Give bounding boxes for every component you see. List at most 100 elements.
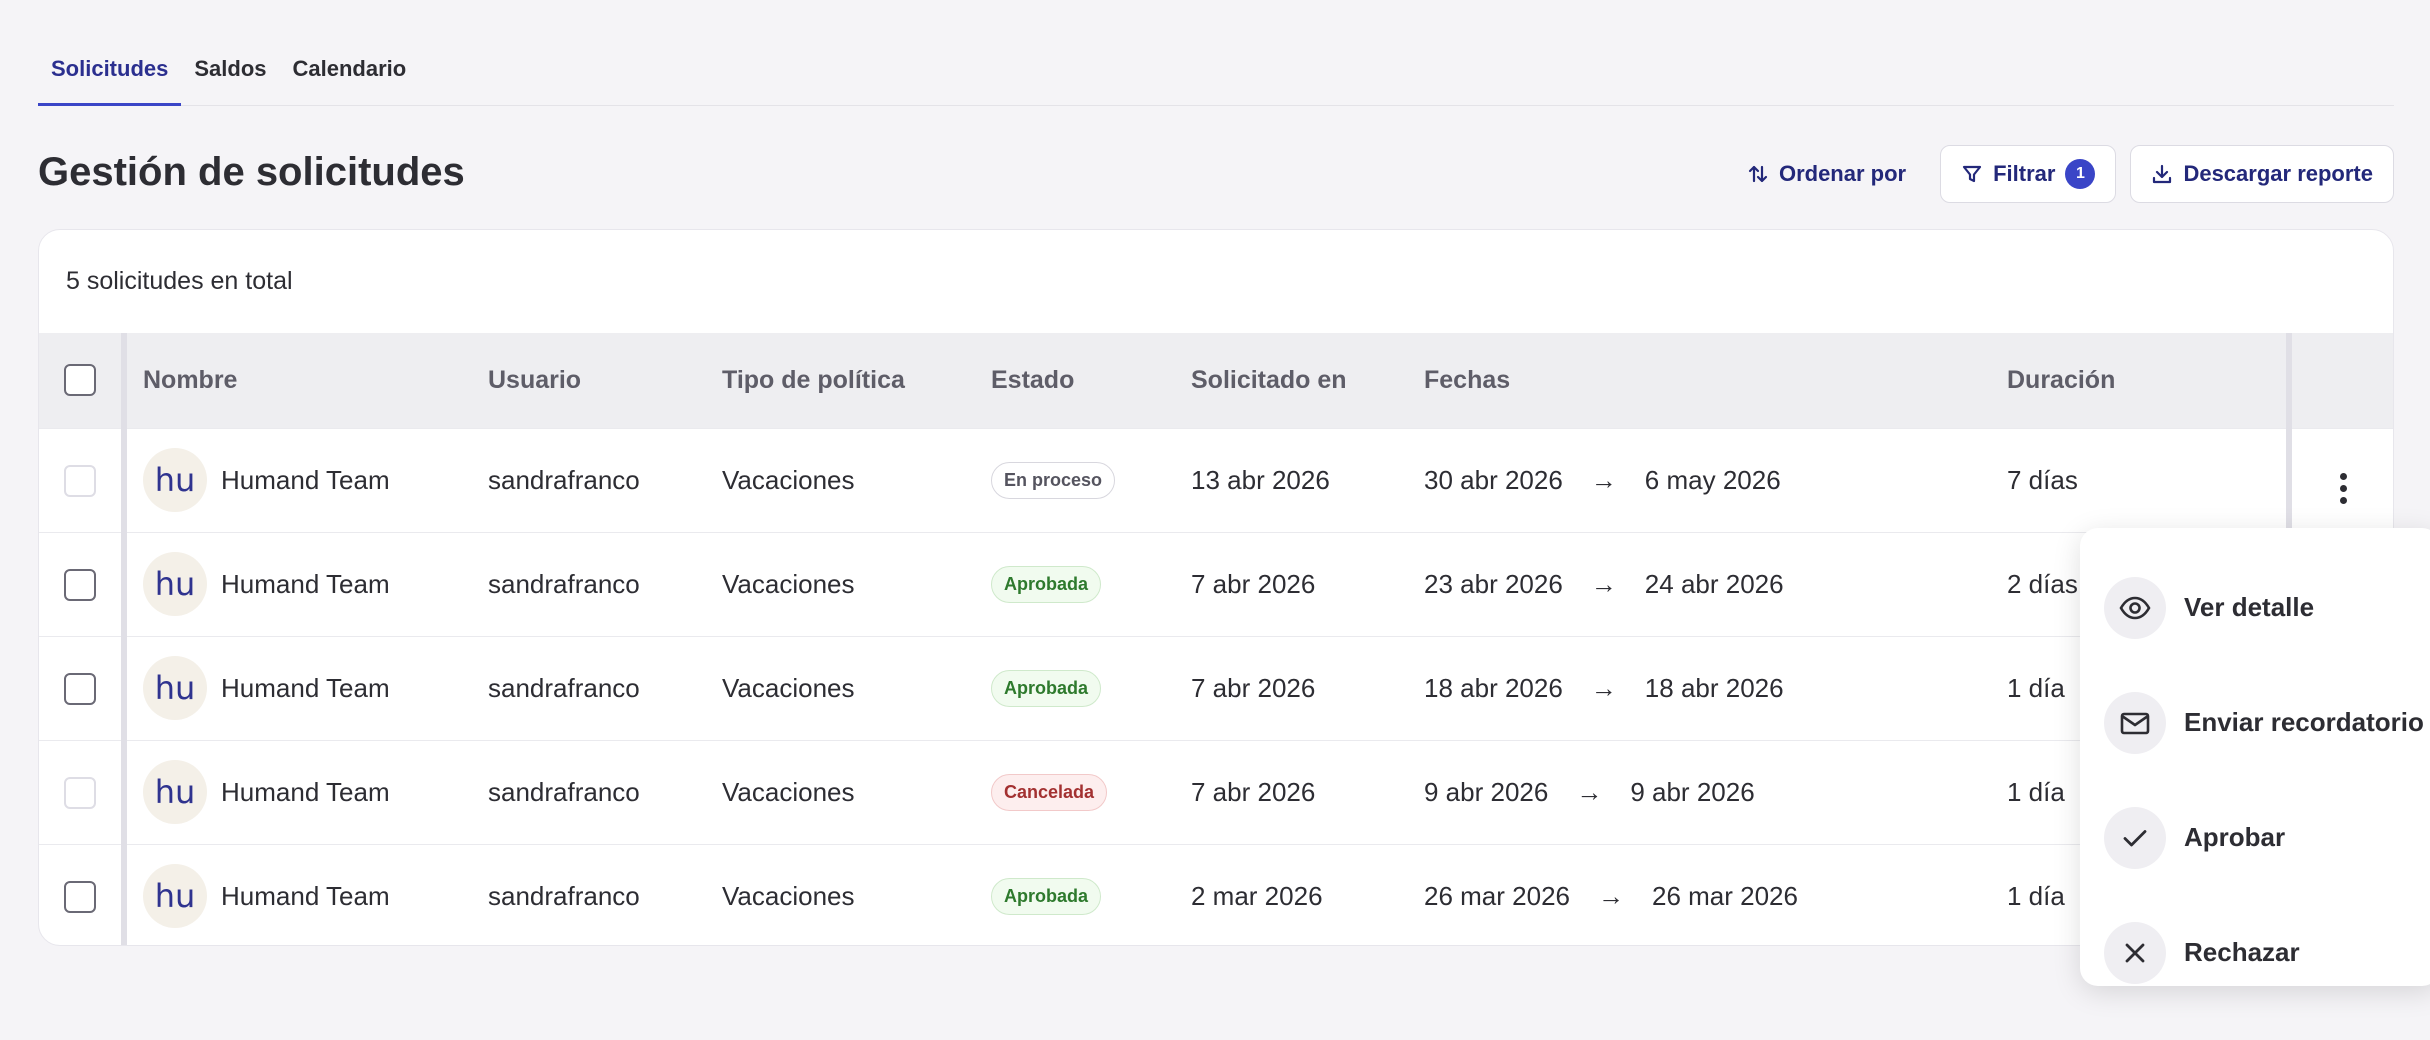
row-date-from: 9 abr 2026 (1424, 776, 1549, 807)
status-badge: Cancelada (991, 773, 1108, 811)
tab-solicitudes[interactable]: Solicitudes (38, 42, 182, 106)
row-date-to: 18 abr 2026 (1644, 672, 1784, 703)
arrow-right-icon: → (1590, 464, 1617, 495)
eye-icon (2104, 576, 2166, 639)
row-policy: Vacaciones (722, 776, 855, 807)
status-badge: En proceso (991, 461, 1116, 499)
page-title: Gestión de solicitudes (38, 150, 465, 194)
avatar: hu (143, 656, 207, 720)
row-date-from: 23 abr 2026 (1424, 568, 1563, 599)
row-date-to: 6 may 2026 (1644, 464, 1781, 495)
row-name: Humand Team (221, 672, 390, 703)
col-actions (2286, 333, 2393, 428)
requests-table: Nombre Usuario Tipo de política Estado S… (39, 333, 2393, 945)
menu-label: Aprobar (2184, 822, 2286, 852)
row-checkbox[interactable] (64, 464, 96, 497)
row-user: sandrafranco (488, 672, 640, 703)
col-requested[interactable]: Solicitado en (1175, 333, 1408, 428)
filter-icon (1961, 163, 1983, 185)
menu-label: Rechazar (2184, 937, 2300, 967)
row-name: Humand Team (221, 880, 390, 911)
download-label: Descargar reporte (2183, 161, 2373, 186)
close-icon (2104, 921, 2166, 984)
row-requested: 7 abr 2026 (1191, 672, 1316, 703)
header-actions: Ordenar por Filtrar 1 Descargar reporte (1727, 145, 2394, 203)
col-dates[interactable]: Fechas (1408, 333, 1991, 428)
table-row[interactable]: hu Humand Team sandrafranco Vacaciones Ca… (39, 740, 2393, 844)
sort-label: Ordenar por (1778, 161, 1907, 186)
mail-icon (2104, 691, 2166, 754)
row-requested: 7 abr 2026 (1191, 776, 1316, 807)
row-user: sandrafranco (488, 568, 640, 599)
row-user: sandrafranco (488, 880, 640, 911)
avatar: hu (143, 760, 207, 824)
row-requested: 7 abr 2026 (1191, 568, 1316, 599)
filter-count-badge: 1 (2065, 159, 2096, 189)
row-policy: Vacaciones (722, 464, 855, 495)
col-user[interactable]: Usuario (472, 333, 706, 428)
download-icon (2151, 163, 2173, 185)
row-name: Humand Team (221, 776, 390, 807)
row-actions-menu: Ver detalle Enviar recordatorio Aprobar … (2080, 528, 2430, 986)
col-status[interactable]: Estado (975, 333, 1175, 428)
arrow-right-icon: → (1576, 776, 1603, 807)
requests-card: 5 solicitudes en total Nombre Usuario Ti… (38, 229, 2394, 946)
select-all-checkbox[interactable] (64, 364, 96, 397)
row-requested: 2 mar 2026 (1191, 880, 1323, 911)
tab-calendario[interactable]: Calendario (280, 42, 420, 106)
check-icon (2104, 806, 2166, 869)
requests-total: 5 solicitudes en total (66, 267, 293, 295)
arrow-right-icon: → (1590, 672, 1617, 703)
arrow-right-icon: → (1590, 568, 1617, 599)
filter-label: Filtrar (1993, 161, 2056, 186)
arrow-right-icon: → (1597, 880, 1624, 911)
table-row[interactable]: hu Humand Team sandrafranco Vacaciones En… (39, 428, 2393, 532)
download-report-button[interactable]: Descargar reporte (2130, 145, 2394, 203)
row-checkbox[interactable] (64, 776, 96, 809)
select-all-cell (39, 333, 127, 428)
table-row[interactable]: hu Humand Team sandrafranco Vacaciones Ap… (39, 844, 2393, 945)
menu-item-ver-detalle[interactable]: Ver detalle (2104, 550, 2430, 665)
menu-item-enviar-recordatorio[interactable]: Enviar recordatorio (2104, 665, 2430, 780)
row-date-from: 26 mar 2026 (1424, 880, 1570, 911)
table-row[interactable]: hu Humand Team sandrafranco Vacaciones Ap… (39, 532, 2393, 636)
table-header: Nombre Usuario Tipo de política Estado S… (39, 333, 2393, 428)
table-row[interactable]: hu Humand Team sandrafranco Vacaciones Ap… (39, 636, 2393, 740)
row-policy: Vacaciones (722, 568, 855, 599)
row-requested: 13 abr 2026 (1191, 464, 1330, 495)
row-policy: Vacaciones (722, 672, 855, 703)
tab-bar: Solicitudes Saldos Calendario (38, 42, 2394, 106)
row-user: sandrafranco (488, 464, 640, 495)
row-checkbox[interactable] (64, 880, 96, 913)
col-name[interactable]: Nombre (124, 333, 472, 428)
row-checkbox[interactable] (64, 568, 96, 601)
menu-item-rechazar[interactable]: Rechazar (2104, 895, 2430, 1010)
row-name: Humand Team (221, 568, 390, 599)
status-badge: Aprobada (991, 877, 1102, 915)
row-checkbox[interactable] (64, 672, 96, 705)
menu-item-aprobar[interactable]: Aprobar (2104, 780, 2430, 895)
avatar: hu (143, 864, 207, 929)
menu-label: Enviar recordatorio (2184, 707, 2424, 737)
col-policy[interactable]: Tipo de política (706, 333, 975, 428)
menu-label: Ver detalle (2184, 592, 2315, 622)
col-duration[interactable]: Duración (1991, 333, 2289, 428)
row-date-from: 18 abr 2026 (1424, 672, 1563, 703)
filter-button[interactable]: Filtrar 1 (1940, 145, 2117, 203)
row-date-to: 9 abr 2026 (1630, 776, 1755, 807)
row-name: Humand Team (221, 464, 390, 495)
sort-icon (1747, 163, 1769, 185)
sort-button[interactable]: Ordenar por (1727, 145, 1926, 203)
avatar: hu (143, 448, 207, 512)
row-duration: 7 días (2007, 464, 2078, 495)
more-actions-icon[interactable] (2340, 473, 2347, 504)
row-date-from: 30 abr 2026 (1424, 464, 1563, 495)
tab-saldos[interactable]: Saldos (181, 42, 279, 106)
status-badge: Aprobada (991, 669, 1102, 707)
row-date-to: 24 abr 2026 (1644, 568, 1784, 599)
row-date-to: 26 mar 2026 (1651, 880, 1798, 911)
status-badge: Aprobada (991, 565, 1102, 603)
avatar: hu (143, 552, 207, 616)
row-user: sandrafranco (488, 776, 640, 807)
row-policy: Vacaciones (722, 880, 855, 911)
